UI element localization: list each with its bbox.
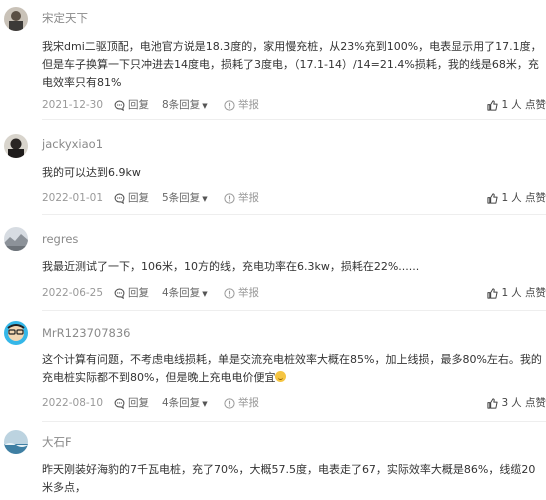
avatar[interactable] (4, 227, 28, 251)
comment-date: 2022-06-25 (42, 287, 104, 299)
username[interactable]: MrR123707836 (42, 325, 131, 341)
comment-list: 宋定天下 我宋dmi二驱顶配，电池官方说是18.3度的，家用慢充桩，从23%充到… (0, 0, 546, 500)
report-label: 举报 (238, 397, 259, 409)
comment-meta: 2022-08-10 回复 4条回复 ▼ 举报 3人 点赞 (42, 395, 546, 411)
comment-text: 我最近测试了一下，106米，10方的线，充电功率在6.3kw，损耗在22%...… (42, 260, 420, 273)
replies-toggle[interactable]: 4条回复 ▼ (162, 395, 208, 412)
report-icon (224, 397, 235, 409)
reply-icon (114, 100, 125, 111)
comment-text: 我宋dmi二驱顶配，电池官方说是18.3度的，家用慢充桩，从23%充到100%，… (42, 40, 542, 89)
report-label: 举报 (238, 99, 259, 111)
caret-down-icon: ▼ (202, 290, 208, 298)
reply-button[interactable]: 回复 (114, 285, 149, 301)
like-suffix: 人 点赞 (511, 397, 546, 409)
comment-meta: 2022-01-01 回复 5条回复 ▼ 举报 1人 点赞 (42, 190, 546, 206)
comment-item: 大石F 昨天刚装好海豹的7千瓦电桩，充了70%，大概57.5度，电表走了67，实… (0, 422, 546, 500)
caret-down-icon: ▼ (202, 195, 208, 203)
report-label: 举报 (238, 287, 259, 299)
avatar[interactable] (4, 7, 28, 31)
reply-label: 回复 (128, 397, 149, 409)
comment-text-body: 这个计算有问题，不考虑电线损耗，单是交流充电桩效率大概在85%，加上线损，最多8… (42, 353, 542, 384)
report-button[interactable]: 举报 (224, 97, 259, 113)
replies-count: 4条回复 (162, 287, 201, 299)
report-button[interactable]: 举报 (224, 285, 259, 301)
comment-text: 这个计算有问题，不考虑电线损耗，单是交流充电桩效率大概在85%，加上线损，最多8… (42, 351, 542, 387)
report-label: 举报 (238, 192, 259, 204)
replies-count: 5条回复 (162, 192, 201, 204)
comment-meta: 2021-12-30 回复 8条回复 ▼ 举报 1人 点赞 (42, 97, 546, 113)
reply-label: 回复 (128, 192, 149, 204)
username[interactable]: 大石F (42, 434, 72, 450)
comment-text: 昨天刚装好海豹的7千瓦电桩，充了70%，大概57.5度，电表走了67，实际效率大… (42, 463, 536, 494)
username[interactable]: jackyxiao1 (42, 136, 103, 152)
like-suffix: 人 点赞 (511, 99, 546, 111)
caret-down-icon: ▼ (202, 102, 208, 110)
reply-icon (114, 193, 125, 204)
comment-date: 2022-08-10 (42, 397, 104, 409)
comment-text: 我的可以达到6.9kw (42, 166, 141, 179)
thumbs-up-icon (487, 99, 499, 111)
like-button[interactable]: 3人 点赞 (487, 395, 546, 411)
comment-date: 2021-12-30 (42, 99, 104, 111)
like-button[interactable]: 1人 点赞 (487, 190, 546, 206)
like-suffix: 人 点赞 (511, 192, 546, 204)
reply-button[interactable]: 回复 (114, 190, 149, 206)
comment-item: MrR123707836 这个计算有问题，不考虑电线损耗，单是交流充电桩效率大概… (0, 311, 546, 422)
replies-toggle[interactable]: 8条回复 ▼ (162, 97, 208, 114)
like-count: 1 (501, 287, 509, 299)
reply-icon (114, 398, 125, 409)
replies-count: 8条回复 (162, 99, 201, 111)
report-button[interactable]: 举报 (224, 395, 259, 411)
reply-label: 回复 (128, 287, 149, 299)
report-icon (224, 287, 235, 299)
comment-item: 宋定天下 我宋dmi二驱顶配，电池官方说是18.3度的，家用慢充桩，从23%充到… (0, 0, 546, 120)
grinning-emoji-icon (275, 371, 287, 382)
report-icon (224, 99, 235, 111)
report-icon (224, 192, 235, 204)
report-button[interactable]: 举报 (224, 190, 259, 206)
thumbs-up-icon (487, 192, 499, 204)
username[interactable]: regres (42, 231, 78, 247)
comment-meta: 2022-06-25 回复 4条回复 ▼ 举报 1人 点赞 (42, 285, 546, 301)
reply-button[interactable]: 回复 (114, 395, 149, 411)
like-button[interactable]: 1人 点赞 (487, 97, 546, 113)
like-count: 1 (501, 99, 509, 111)
comment-item: jackyxiao1 我的可以达到6.9kw 2022-01-01 回复 5条回… (0, 120, 546, 215)
like-count: 3 (501, 397, 509, 409)
reply-icon (114, 288, 125, 299)
username[interactable]: 宋定天下 (42, 10, 88, 26)
avatar[interactable] (4, 134, 28, 158)
thumbs-up-icon (487, 397, 499, 409)
avatar[interactable] (4, 321, 28, 345)
replies-count: 4条回复 (162, 397, 201, 409)
caret-down-icon: ▼ (202, 400, 208, 408)
replies-toggle[interactable]: 4条回复 ▼ (162, 285, 208, 302)
thumbs-up-icon (487, 287, 499, 299)
like-button[interactable]: 1人 点赞 (487, 285, 546, 301)
comment-date: 2022-01-01 (42, 192, 104, 204)
like-suffix: 人 点赞 (511, 287, 546, 299)
avatar[interactable] (4, 430, 28, 454)
comment-item: regres 我最近测试了一下，106米，10方的线，充电功率在6.3kw，损耗… (0, 215, 546, 311)
like-count: 1 (501, 192, 509, 204)
replies-toggle[interactable]: 5条回复 ▼ (162, 190, 208, 207)
reply-button[interactable]: 回复 (114, 97, 149, 113)
reply-label: 回复 (128, 99, 149, 111)
